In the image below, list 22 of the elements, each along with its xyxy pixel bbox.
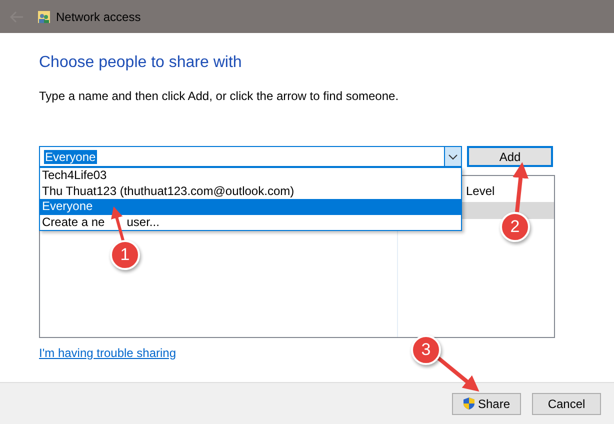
dropdown-option[interactable]: Thu Thuat123 (thuthuat123.com@outlook.com) [40, 184, 461, 199]
window-title: Network access [56, 10, 141, 24]
add-button[interactable]: Add [467, 146, 553, 167]
annotation-arrow [512, 162, 529, 212]
column-header[interactable]: Level [466, 184, 554, 202]
help-link[interactable]: I'm having trouble sharing [39, 346, 176, 360]
annotation-arrow [436, 355, 480, 392]
dropdown-option[interactable]: Create a ne user... [40, 214, 461, 230]
dropdown-option[interactable]: Tech4Life03 [40, 168, 461, 184]
dialog-heading: Choose people to share with [39, 53, 243, 72]
step-number-badge: 2 [500, 212, 530, 242]
step-number-badge: 1 [110, 240, 140, 270]
shield-icon [462, 397, 475, 410]
people-icon [38, 10, 50, 22]
dropdown-caret-icon[interactable] [444, 147, 461, 166]
step-number-badge: 3 [411, 335, 441, 365]
name-combo-box[interactable]: Everyone [39, 146, 462, 167]
dropdown-option[interactable]: Everyone [40, 199, 461, 214]
instruction-text: Type a name and then click Add, or click the arrow to find someone. [39, 89, 400, 103]
cancel-button[interactable]: Cancel [532, 392, 601, 414]
combo-value: Everyone [44, 150, 97, 164]
share-button[interactable]: Share [452, 392, 521, 414]
